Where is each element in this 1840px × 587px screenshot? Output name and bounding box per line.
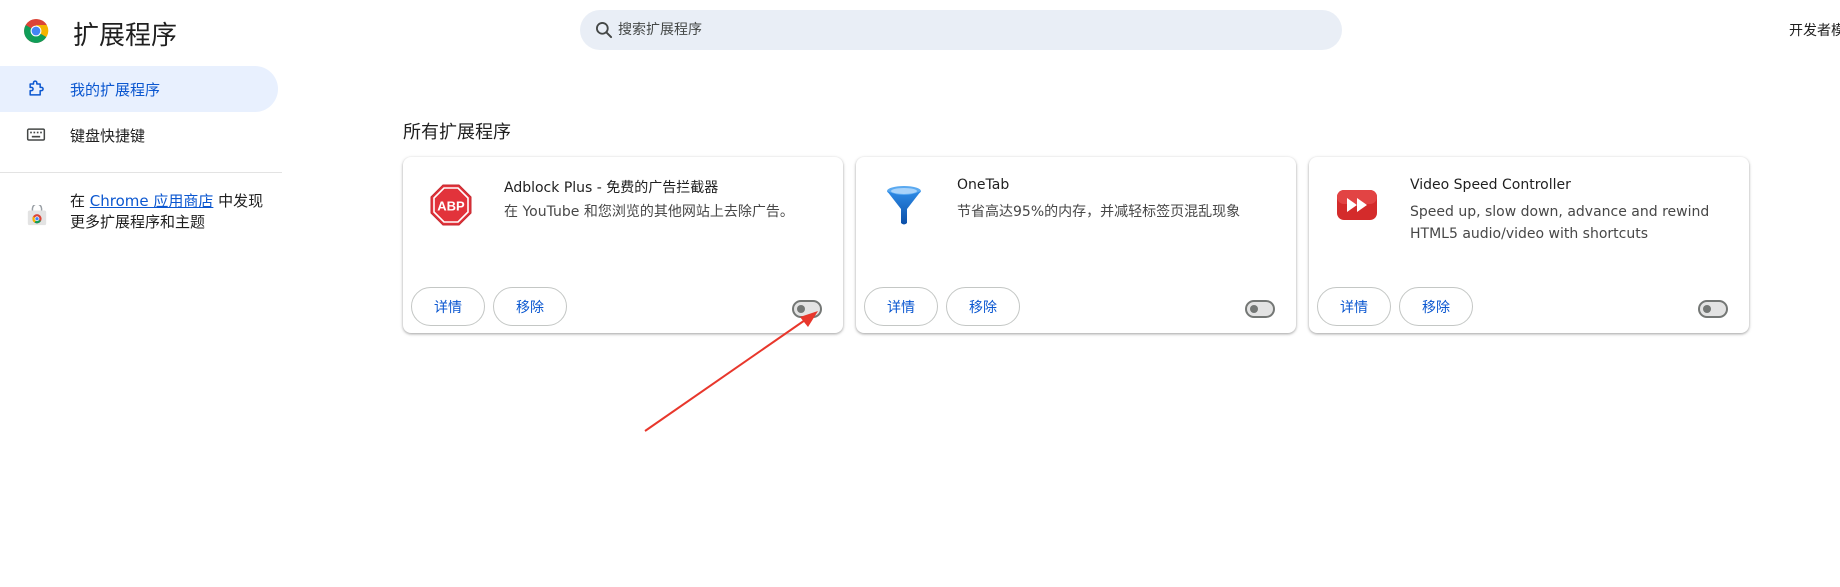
sidebar: 我的扩展程序 键盘快捷键 在 Chrome 应用商店 中发现更多扩展程序和主题 [0, 66, 282, 241]
extension-description: 节省高达95%的内存，并减轻标签页混乱现象 [957, 204, 1241, 220]
page-title: 扩展程序 [73, 21, 178, 51]
extension-name: OneTab [957, 177, 1010, 193]
web-store-promo: 在 Chrome 应用商店 中发现更多扩展程序和主题 [0, 191, 282, 241]
extension-card-adblock-plus: ABP Adblock Plus - 免费的广告拦截器 在 YouTube 和您… [403, 157, 843, 333]
fast-forward-icon [1337, 190, 1377, 220]
abp-octagon-icon: ABP [430, 184, 472, 226]
details-button[interactable]: 详情 [864, 287, 938, 326]
sidebar-divider [0, 172, 282, 173]
sidebar-item-keyboard-shortcuts[interactable]: 键盘快捷键 [0, 112, 278, 158]
section-title: 所有扩展程序 [403, 122, 511, 143]
extension-toggle[interactable] [1698, 300, 1728, 318]
search-input[interactable] [618, 10, 1318, 50]
details-button[interactable]: 详情 [1317, 287, 1391, 326]
toggle-knob [1703, 305, 1711, 313]
search-icon [596, 22, 613, 39]
remove-button[interactable]: 移除 [1399, 287, 1473, 326]
extension-card-video-speed-controller: Video Speed Controller Speed up, slow do… [1309, 157, 1749, 333]
web-store-promo-text: 在 Chrome 应用商店 中发现更多扩展程序和主题 [70, 191, 270, 233]
chrome-logo-icon [24, 19, 49, 43]
puzzle-icon [29, 80, 44, 96]
remove-button[interactable]: 移除 [493, 287, 567, 326]
toggle-knob [797, 305, 805, 313]
extension-toggle[interactable] [1245, 300, 1275, 318]
sidebar-item-my-extensions[interactable]: 我的扩展程序 [0, 66, 278, 112]
details-button[interactable]: 详情 [411, 287, 485, 326]
header: 扩展程序 开发者模 [0, 0, 1840, 62]
extension-description: Speed up, slow down, advance and rewind … [1410, 204, 1710, 242]
extension-description: 在 YouTube 和您浏览的其他网站上去除广告。 [504, 204, 794, 220]
chrome-web-store-icon [27, 205, 47, 226]
promo-prefix: 在 [70, 192, 90, 210]
extension-toggle[interactable] [792, 300, 822, 318]
remove-button[interactable]: 移除 [946, 287, 1020, 326]
search-box[interactable] [580, 10, 1342, 50]
svg-text:ABP: ABP [437, 199, 465, 214]
extension-name: Video Speed Controller [1410, 177, 1571, 193]
keyboard-icon [26, 128, 46, 141]
toggle-knob [1250, 305, 1258, 313]
onetab-funnel-icon [887, 186, 921, 225]
sidebar-item-label: 我的扩展程序 [70, 80, 161, 99]
developer-mode-label[interactable]: 开发者模 [1789, 20, 1840, 40]
extension-name: Adblock Plus - 免费的广告拦截器 [504, 180, 719, 196]
chrome-web-store-link[interactable]: Chrome 应用商店 [90, 192, 214, 210]
sidebar-item-label: 键盘快捷键 [70, 126, 146, 145]
extension-card-onetab: OneTab 节省高达95%的内存，并减轻标签页混乱现象 详情 移除 [856, 157, 1296, 333]
